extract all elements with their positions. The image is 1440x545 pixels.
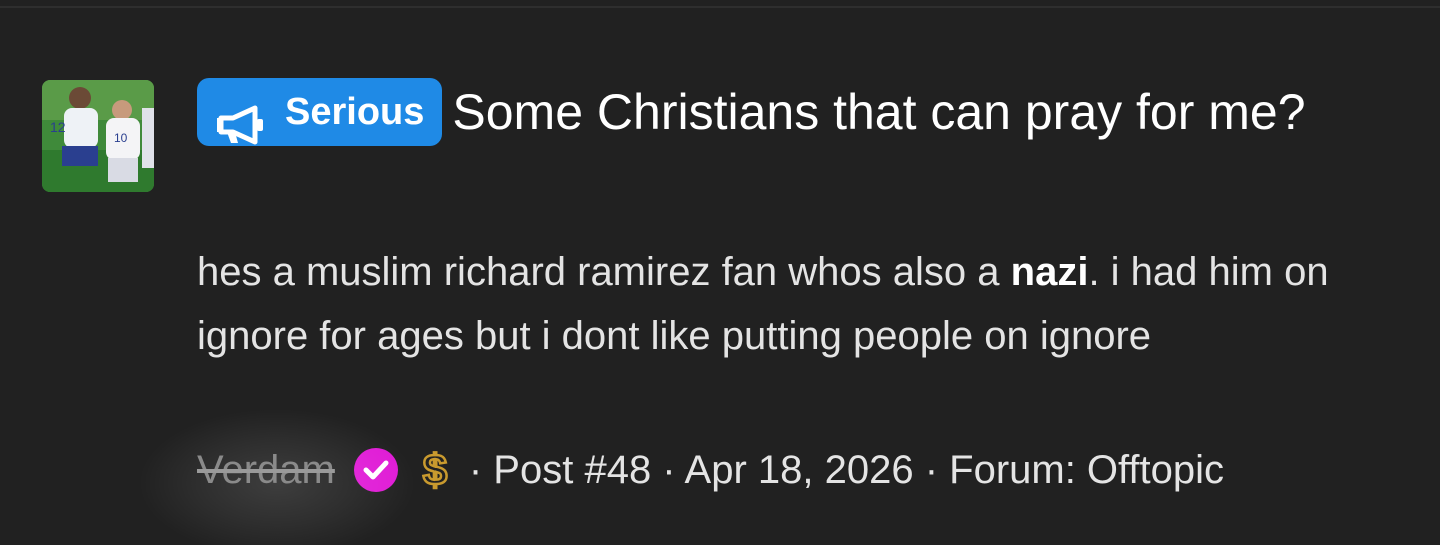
svg-text:12: 12 xyxy=(50,119,66,135)
dollar-icon: $ xyxy=(415,445,455,497)
post-meta: Verdam $ · Post #48 · Apr 18, 2026 · For… xyxy=(137,407,1224,545)
top-divider xyxy=(0,6,1440,8)
excerpt-text-before: hes a muslim richard ramirez fan whos al… xyxy=(197,250,1011,294)
post-excerpt: hes a muslim richard ramirez fan whos al… xyxy=(197,240,1357,368)
svg-text:10: 10 xyxy=(114,131,128,145)
username[interactable]: Verdam xyxy=(197,448,335,492)
serious-badge[interactable]: Serious xyxy=(197,78,443,146)
excerpt-bold-word: nazi xyxy=(1010,250,1089,294)
svg-text:$: $ xyxy=(423,446,447,495)
avatar[interactable]: 12 10 xyxy=(42,80,154,192)
thread-title-block[interactable]: Serious Some Christians that can pray fo… xyxy=(197,76,1337,148)
megaphone-icon xyxy=(215,92,265,145)
post-details[interactable]: · Post #48 · Apr 18, 2026 · Forum: Offto… xyxy=(469,448,1224,493)
thread-title[interactable]: Some Christians that can pray for me? xyxy=(452,84,1305,140)
verified-check-icon xyxy=(353,447,399,493)
username-wrap: Verdam xyxy=(137,407,417,545)
badge-label: Serious xyxy=(285,91,425,133)
